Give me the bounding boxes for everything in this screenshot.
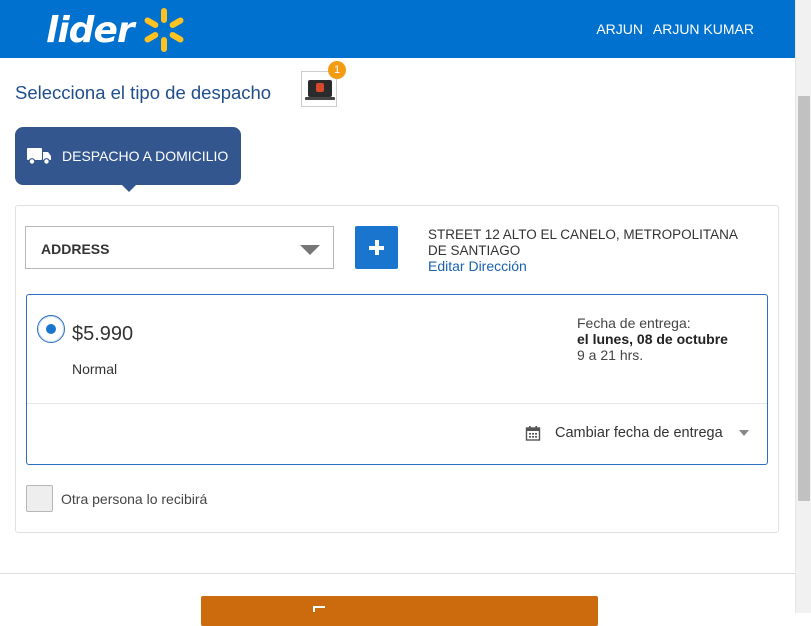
change-delivery-date-button[interactable]: Cambiar fecha de entrega (525, 425, 749, 441)
shipping-option-normal[interactable]: $5.990 Normal Fecha de entrega: el lunes… (26, 294, 768, 465)
change-delivery-date-label: Cambiar fecha de entrega (555, 425, 723, 441)
address-select-value: ADDRESS (41, 241, 110, 257)
chevron-down-icon (300, 245, 320, 255)
delivery-label: Fecha de entrega: (577, 315, 691, 331)
truck-icon (27, 148, 51, 165)
logo-text: lider (46, 9, 135, 51)
shipping-method: Normal (72, 361, 118, 377)
edit-address-link[interactable]: Editar Dirección (428, 258, 527, 274)
option-divider (27, 403, 767, 404)
address-select[interactable]: ADDRESS (25, 226, 334, 269)
continue-button[interactable] (201, 596, 598, 626)
scrollbar-thumb[interactable] (798, 96, 810, 501)
delivery-hours: 9 a 21 hrs. (577, 347, 644, 363)
cart-icon (313, 606, 325, 612)
delivery-info: Fecha de entrega: el lunes, 08 de octubr… (577, 315, 728, 363)
address-text: STREET 12 ALTO EL CANELO, METROPOLITANA … (428, 227, 738, 258)
user-menu[interactable]: ARJUN ARJUN KUMAR (590, 21, 754, 37)
site-header: lider ARJUN ARJUN KUMAR (0, 0, 795, 58)
cart-count-badge: 1 (328, 61, 346, 79)
shipping-option-radio[interactable] (37, 315, 65, 343)
tab-home-delivery-label: DESPACHO A DOMICILIO (62, 148, 229, 164)
tab-pointer (121, 184, 137, 192)
walmart-spark-icon (144, 8, 184, 52)
page-title: Selecciona el tipo de despacho (15, 82, 272, 103)
laptop-image (308, 80, 332, 97)
page-scrollbar[interactable] (795, 0, 811, 613)
caret-down-icon (738, 430, 749, 436)
section-divider (0, 573, 795, 574)
other-person-label: Otra persona lo recibirá (61, 491, 208, 507)
tab-home-delivery[interactable]: DESPACHO A DOMICILIO (15, 127, 241, 185)
shipping-price: $5.990 (72, 323, 134, 345)
calendar-icon (525, 426, 541, 441)
user-first-name: ARJUN (596, 21, 643, 37)
user-full-name: ARJUN KUMAR (652, 21, 754, 37)
other-person-checkbox[interactable] (26, 485, 53, 512)
add-address-button[interactable] (355, 226, 398, 269)
laptop-base (305, 97, 335, 100)
delivery-date: el lunes, 08 de octubre (577, 331, 728, 347)
lider-logo[interactable]: lider (46, 6, 188, 54)
